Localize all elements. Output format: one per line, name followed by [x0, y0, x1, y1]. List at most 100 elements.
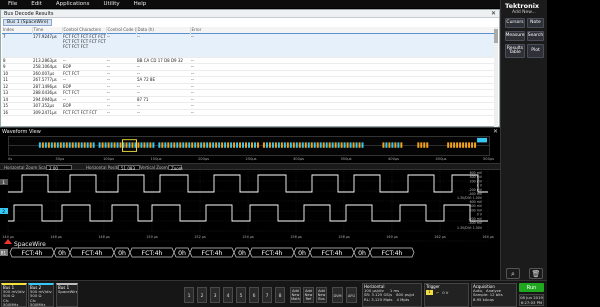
- add-bus-button[interactable]: Add New Bus: [316, 287, 327, 303]
- position-input[interactable]: 51.083 μs: [118, 164, 140, 176]
- bus-packet[interactable]: FCT:4h: [129, 247, 175, 258]
- overview-activity-segment: [182, 142, 185, 148]
- channel-8-button[interactable]: 8: [275, 287, 285, 303]
- menu-help[interactable]: Help: [134, 1, 147, 7]
- bus-packet[interactable]: FCT:4h: [249, 247, 295, 258]
- table-row-selected[interactable]: 7 177.9247μs FCT FCT FCT FCT FCT FCT FCT…: [2, 32, 496, 58]
- bus-packet[interactable]: 0h: [53, 247, 71, 258]
- cell-error: --: [190, 32, 496, 58]
- overview-activity-segment: [423, 142, 426, 148]
- afg-button[interactable]: AFG: [346, 287, 357, 303]
- overview-activity-segment: [471, 142, 474, 148]
- waveform-canvas[interactable]: 12600 mV400 mV200 mV0 V-200 mV-400 mV600…: [0, 171, 500, 281]
- menu-file[interactable]: File: [8, 1, 17, 7]
- close-icon[interactable]: ✕: [491, 10, 496, 17]
- overview-activity-segment: [233, 142, 236, 148]
- bus-packet[interactable]: 0h: [173, 247, 191, 258]
- overview-activity-segment: [456, 142, 459, 148]
- results-table-button[interactable]: Results Table: [505, 44, 525, 58]
- overview-activity-segment: [334, 142, 337, 148]
- bus1-card[interactable]: Bus 1 500 mV/div 500 Ω Ch: 500MHz: [1, 283, 27, 307]
- cell-control: FCT FCT FCT FCT FCT FCT FCT FCT FCT FCT …: [62, 32, 106, 58]
- tab-bus1[interactable]: Bus 1 (SpaceWire): [3, 19, 53, 26]
- column-header[interactable]: Control Characters: [62, 27, 107, 33]
- horizontal-card[interactable]: Horizontal 100 μs/div 1 ms SR: 3.125 GS/s…: [362, 283, 422, 307]
- zoom-icon[interactable]: ⌕: [506, 268, 520, 279]
- search-button[interactable]: Search: [527, 31, 544, 41]
- acquisition-card[interactable]: Acquisition Auto, Analyze Sample: 12 bits…: [471, 283, 517, 307]
- run-button[interactable]: Run: [519, 283, 544, 292]
- trigger-source-badge: 1: [426, 290, 433, 296]
- measure-button[interactable]: Measure: [505, 31, 525, 41]
- spacewire-bus-card[interactable]: Bus 1 SpaceWire: [56, 283, 78, 307]
- overview-activity-segment: [62, 142, 65, 148]
- overview-activity-segment: [203, 142, 206, 148]
- vertical-zoom-input[interactable]: Zoom: [168, 164, 183, 171]
- svg-text:FCT:4h: FCT:4h: [22, 250, 43, 257]
- canvas-background: [0, 171, 500, 281]
- svg-text:0h: 0h: [358, 250, 366, 257]
- zoom-scale-input[interactable]: 2.00 μs/div: [46, 164, 72, 176]
- channel-3-button[interactable]: 3: [210, 287, 220, 303]
- bus-packet[interactable]: FCT:4h: [69, 247, 115, 258]
- results-scrollbar[interactable]: [494, 27, 498, 127]
- overview-activity-segment: [173, 142, 176, 148]
- dvm-button[interactable]: DVM: [332, 287, 343, 303]
- menu-utility[interactable]: Utility: [103, 1, 119, 7]
- plot-button[interactable]: Plot: [527, 44, 544, 58]
- overview-activity-segment: [268, 142, 271, 148]
- overview-activity-segment: [161, 142, 164, 148]
- close-icon[interactable]: ✕: [493, 128, 498, 135]
- add-math-button[interactable]: Add New Math: [290, 287, 301, 303]
- cursors-button[interactable]: Cursors: [505, 18, 525, 28]
- channel-6-button[interactable]: 6: [249, 287, 259, 303]
- bus-packet[interactable]: FCT:4h: [189, 247, 235, 258]
- overview-activity-segment: [459, 142, 462, 148]
- trash-icon[interactable]: 🗑: [529, 268, 543, 279]
- overview-activity-segment: [80, 142, 83, 148]
- bus-b1-marker[interactable]: B1: [0, 249, 8, 256]
- overview-activity-segment: [158, 142, 161, 148]
- note-button[interactable]: Note: [527, 18, 544, 28]
- bus-packet[interactable]: FCT:4h: [9, 247, 55, 258]
- bus-packet[interactable]: 0h: [293, 247, 311, 258]
- time-tick-label: 156 μs: [290, 235, 302, 239]
- ch2-offset-label: 1.3V/DIV: 1.00V: [457, 226, 483, 230]
- cell-time: 177.9247μs: [32, 32, 62, 58]
- column-header[interactable]: Control Code (h): [106, 27, 137, 33]
- overview-activity-segment: [65, 142, 68, 148]
- overview-tick-label: 50μs: [55, 157, 65, 161]
- ch2-marker[interactable]: 2: [0, 208, 8, 215]
- channel-4-button[interactable]: 4: [223, 287, 233, 303]
- cell-index: 7: [2, 32, 32, 58]
- overview-activity-segment: [426, 142, 429, 148]
- bus-packet[interactable]: 0h: [233, 247, 251, 258]
- bus-packet[interactable]: FCT:4h: [309, 247, 355, 258]
- scrollbar-thumb[interactable]: [494, 29, 498, 43]
- bus2-card[interactable]: Bus 2 500 mV/div 500 Ω Ch: 500MHz: [28, 283, 54, 307]
- bus-packet[interactable]: 0h: [113, 247, 131, 258]
- channel-2-button[interactable]: 2: [197, 287, 207, 303]
- bus-packet[interactable]: 0h: [353, 247, 371, 258]
- overview-trigger-marker: [477, 137, 488, 143]
- channel-5-button[interactable]: 5: [236, 287, 246, 303]
- overview-activity-segment: [340, 142, 343, 148]
- overview-activity-segment: [107, 142, 110, 148]
- overview-activity-segment: [215, 142, 218, 148]
- svg-text:FCT:4h: FCT:4h: [202, 250, 223, 257]
- ch1-marker[interactable]: 1: [0, 179, 8, 186]
- bus-packet[interactable]: FCT:4h: [369, 247, 415, 258]
- overview-tick-label: 0s: [8, 157, 13, 161]
- overview-waveform[interactable]: [8, 136, 490, 156]
- menu-applications[interactable]: Applications: [56, 1, 90, 7]
- cell-code: --: [106, 109, 136, 116]
- overview-activity-segment: [167, 142, 170, 148]
- menu-edit[interactable]: Edit: [31, 1, 42, 7]
- table-row[interactable]: 16 309.2471μs FCT FCT FCT FCT -- -- --: [2, 109, 496, 116]
- add-ref-button[interactable]: Add New Ref: [303, 287, 314, 303]
- trigger-card[interactable]: Trigger 1 ⌐ 0 V: [424, 283, 469, 307]
- overview-activity-segment: [194, 142, 197, 148]
- svg-text:0h: 0h: [178, 250, 186, 257]
- channel-7-button[interactable]: 7: [262, 287, 272, 303]
- channel-1-button[interactable]: 1: [184, 287, 194, 303]
